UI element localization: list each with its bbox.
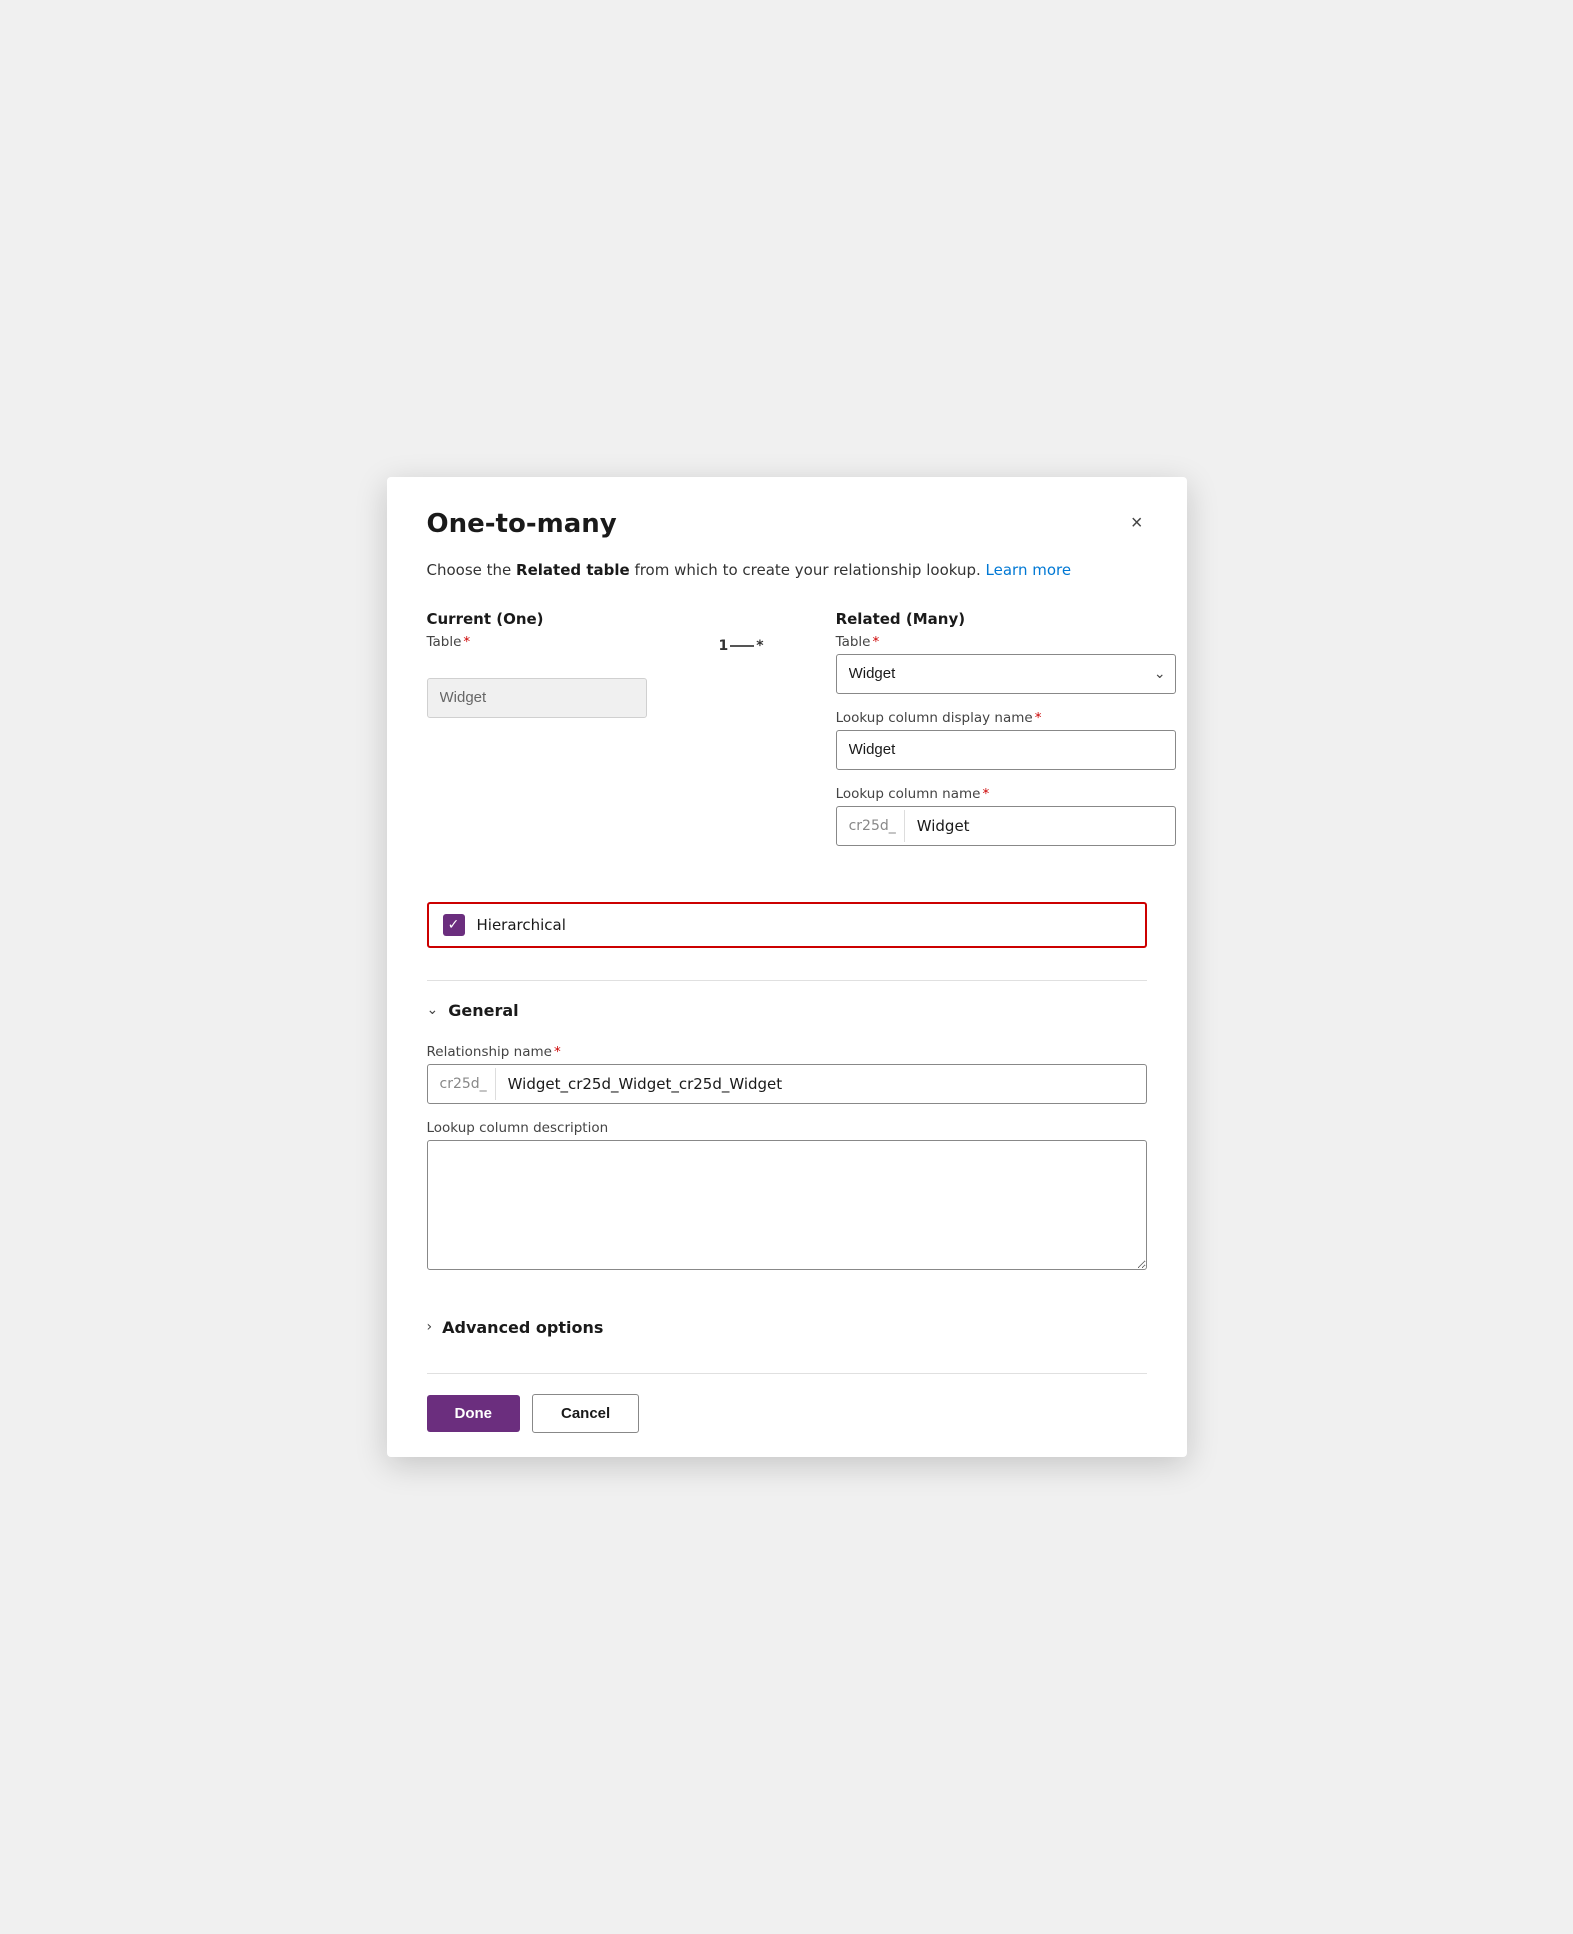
description: Choose the Related table from which to c… xyxy=(427,559,1147,582)
related-section: Related (Many) Table* Widget Account Con… xyxy=(836,610,1176,862)
lookup-description-textarea[interactable] xyxy=(427,1140,1147,1270)
hierarchical-row[interactable]: ✓ Hierarchical xyxy=(427,902,1147,948)
lookup-display-required: * xyxy=(1035,710,1042,726)
relationship-name-label: Relationship name* xyxy=(427,1044,1147,1060)
close-button[interactable]: × xyxy=(1127,509,1147,537)
current-table-required: * xyxy=(463,634,470,650)
connector-many: * xyxy=(756,638,763,654)
lookup-description-group: Lookup column description xyxy=(427,1120,1147,1274)
dialog-header: One-to-many × xyxy=(427,509,1147,539)
general-section-toggle[interactable]: ⌄ General xyxy=(427,997,1147,1024)
learn-more-link[interactable]: Learn more xyxy=(986,561,1072,579)
relationship-name-wrapper: cr25d_ Widget_cr25d_Widget_cr25d_Widget xyxy=(427,1064,1147,1104)
columns-row: Current (One) Table* 1 * Related (Many) xyxy=(427,610,1147,862)
relationship-connector: 1 * xyxy=(707,638,776,654)
checkmark-icon: ✓ xyxy=(448,918,460,932)
related-table-select-wrapper: Widget Account Contact Lead ⌄ xyxy=(836,654,1176,694)
relationship-name-prefix: cr25d_ xyxy=(428,1068,496,1100)
done-button[interactable]: Done xyxy=(427,1395,521,1432)
advanced-toggle-label: Advanced options xyxy=(442,1318,603,1337)
description-text-before: Choose the xyxy=(427,561,517,579)
lookup-name-group: Lookup column name* cr25d_ Widget xyxy=(836,786,1176,846)
lookup-name-label: Lookup column name* xyxy=(836,786,1176,802)
cancel-button[interactable]: Cancel xyxy=(532,1394,639,1433)
description-text-after: from which to create your relationship l… xyxy=(630,561,981,579)
relationship-name-value: Widget_cr25d_Widget_cr25d_Widget xyxy=(496,1067,1146,1101)
hierarchical-label: Hierarchical xyxy=(477,916,566,934)
chevron-down-icon: ⌄ xyxy=(427,1002,439,1018)
lookup-name-value: Widget xyxy=(905,809,1175,843)
general-toggle-label: General xyxy=(448,1001,518,1020)
dialog-title: One-to-many xyxy=(427,509,617,539)
current-section: Current (One) Table* xyxy=(427,610,647,734)
hierarchical-checkbox[interactable]: ✓ xyxy=(443,914,465,936)
related-header: Related (Many) xyxy=(836,610,1176,628)
current-table-input xyxy=(427,678,647,718)
chevron-right-icon: › xyxy=(427,1319,433,1335)
connector-one: 1 xyxy=(719,638,729,654)
dialog-footer: Done Cancel xyxy=(427,1373,1147,1457)
description-bold: Related table xyxy=(516,561,630,579)
connector-line xyxy=(730,645,754,647)
related-table-group: Table* Widget Account Contact Lead ⌄ xyxy=(836,634,1176,694)
lookup-name-required: * xyxy=(982,786,989,802)
current-header: Current (One) xyxy=(427,610,647,628)
related-table-select[interactable]: Widget Account Contact Lead xyxy=(836,654,1176,694)
advanced-options-toggle[interactable]: › Advanced options xyxy=(427,1314,1147,1341)
lookup-name-wrapper: cr25d_ Widget xyxy=(836,806,1176,846)
relationship-visual xyxy=(427,678,647,718)
lookup-display-group: Lookup column display name* xyxy=(836,710,1176,770)
current-table-label: Table* xyxy=(427,634,647,650)
relationship-name-required: * xyxy=(554,1044,561,1060)
relationship-name-group: Relationship name* cr25d_ Widget_cr25d_W… xyxy=(427,1044,1147,1104)
lookup-display-label: Lookup column display name* xyxy=(836,710,1176,726)
related-table-required: * xyxy=(873,634,880,650)
one-to-many-dialog: One-to-many × Choose the Related table f… xyxy=(387,477,1187,1457)
section-divider xyxy=(427,980,1147,981)
related-table-label: Table* xyxy=(836,634,1176,650)
lookup-name-prefix: cr25d_ xyxy=(837,810,905,842)
current-table-group: Table* xyxy=(427,634,647,718)
lookup-display-input[interactable] xyxy=(836,730,1176,770)
lookup-description-label: Lookup column description xyxy=(427,1120,1147,1136)
general-section: ⌄ General Relationship name* cr25d_ Widg… xyxy=(427,997,1147,1290)
